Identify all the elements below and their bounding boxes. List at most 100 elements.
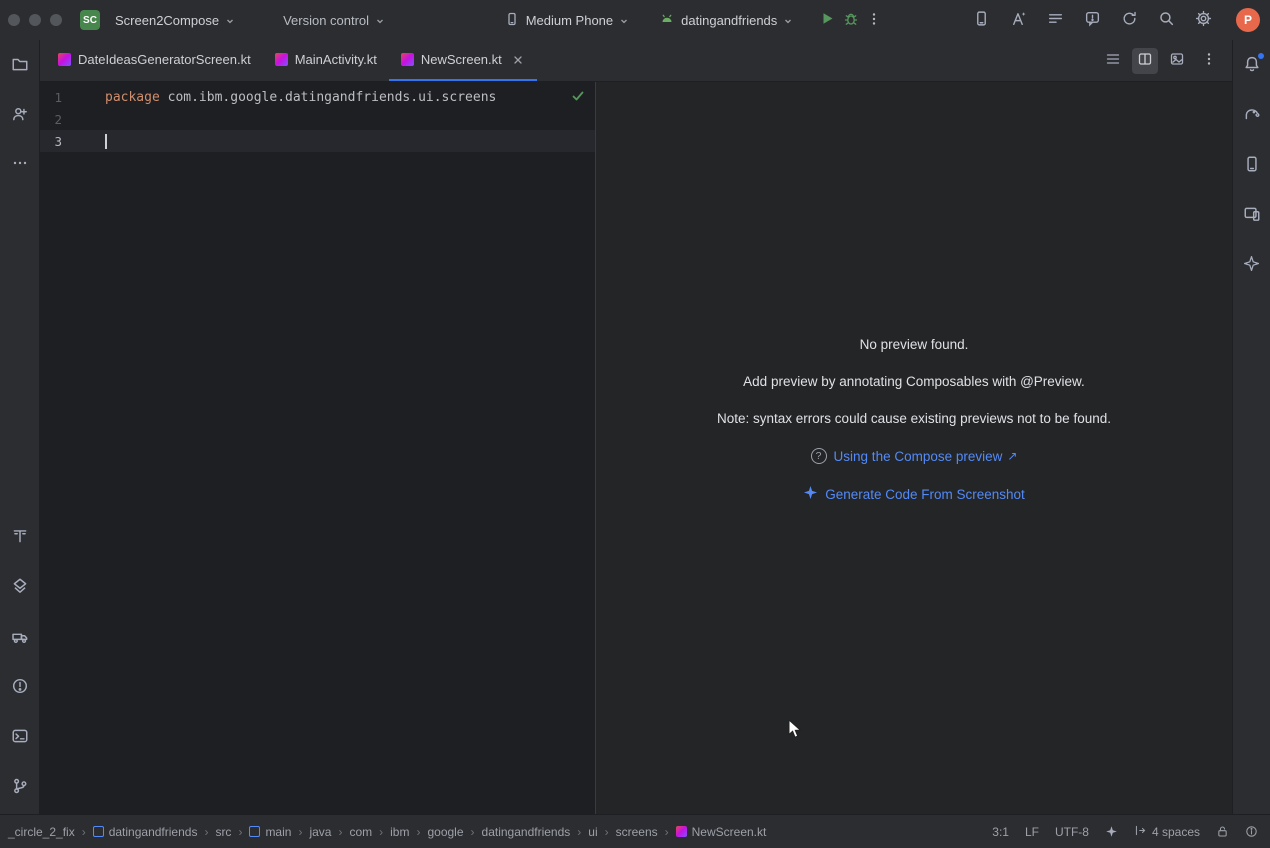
app-quality-insights-button[interactable] <box>1080 6 1105 34</box>
minimize-window-button[interactable] <box>29 14 41 26</box>
breadcrumb-item[interactable]: main <box>249 825 291 839</box>
user-avatar[interactable]: P <box>1236 8 1260 32</box>
line-separator-widget[interactable]: LF <box>1025 825 1039 839</box>
breadcrumb-item[interactable]: datingandfriends <box>93 825 198 839</box>
tab-dateideasgeneratorscreen[interactable]: DateIdeasGeneratorScreen.kt <box>46 40 263 81</box>
design-view-icon <box>1169 51 1185 70</box>
more-vertical-icon <box>867 12 881 29</box>
indent-widget[interactable]: 4 spaces <box>1134 824 1200 840</box>
gemini-assistant-button[interactable] <box>1006 6 1031 34</box>
tab-mainactivity[interactable]: MainActivity.kt <box>263 40 389 81</box>
keyword-token: package <box>105 90 160 105</box>
device-selector[interactable]: Medium Phone <box>497 6 636 35</box>
app-inspection-tool-button[interactable] <box>7 573 33 602</box>
breadcrumb-item[interactable]: google <box>427 825 463 839</box>
tab-newscreen[interactable]: NewScreen.kt <box>389 40 537 81</box>
breadcrumb-item[interactable]: screens <box>616 825 658 839</box>
gemini-sparkle-icon <box>803 485 818 503</box>
gear-icon <box>1195 10 1212 30</box>
code-text <box>105 134 107 149</box>
build-truck-icon <box>11 627 29 648</box>
close-window-button[interactable] <box>8 14 20 26</box>
device-manager-tool-button[interactable] <box>1239 151 1265 180</box>
breadcrumb-item[interactable]: java <box>309 825 331 839</box>
diamond-layers-icon <box>11 577 29 598</box>
version-control-tool-button[interactable] <box>7 773 33 802</box>
compose-preview-panel: No preview found. Add preview by annotat… <box>596 82 1232 814</box>
docs-link-label[interactable]: Using the Compose preview <box>834 449 1003 464</box>
breadcrumb-item[interactable]: com <box>349 825 372 839</box>
device-icon <box>504 11 520 30</box>
breadcrumb-item[interactable]: NewScreen.kt <box>676 825 767 839</box>
code-view-button[interactable] <box>1100 48 1126 74</box>
status-info-icon[interactable] <box>1245 825 1258 838</box>
project-selector[interactable]: Screen2Compose <box>108 8 242 33</box>
gemini-tool-button[interactable] <box>1239 251 1264 279</box>
gradle-elephant-icon <box>1243 105 1261 126</box>
resource-manager-tool-button[interactable] <box>7 101 33 130</box>
debug-button[interactable] <box>839 7 863 34</box>
generate-code-from-screenshot-link[interactable]: Generate Code From Screenshot <box>803 485 1025 503</box>
notifications-tool-button[interactable] <box>1239 51 1265 80</box>
design-view-button[interactable] <box>1164 48 1190 74</box>
breadcrumb-separator: › <box>338 825 342 839</box>
gradle-sync-button[interactable] <box>1117 6 1142 34</box>
caret-position-widget[interactable]: 3:1 <box>992 825 1009 839</box>
breadcrumb-separator: › <box>471 825 475 839</box>
code-line: 1 package com.ibm.google.datingandfriend… <box>40 86 595 108</box>
kotlin-file-icon <box>401 53 414 66</box>
breadcrumb-item[interactable]: ibm <box>390 825 409 839</box>
more-actions-button[interactable] <box>863 8 885 33</box>
ellipsis-icon <box>12 155 28 174</box>
split-view-button[interactable] <box>1132 48 1158 74</box>
chevron-down-icon <box>783 13 793 28</box>
search-icon <box>1158 10 1175 30</box>
encoding-widget[interactable]: UTF-8 <box>1055 825 1089 839</box>
run-configuration-selector[interactable]: datingandfriends <box>652 6 800 35</box>
breadcrumb-item[interactable]: _circle_2_fix <box>8 825 75 839</box>
terminal-icon <box>11 727 29 748</box>
layout-inspector-tool-button[interactable] <box>7 523 33 552</box>
external-link-icon: ↗ <box>1007 449 1017 463</box>
close-tab-icon[interactable] <box>511 53 525 67</box>
search-everywhere-button[interactable] <box>1154 6 1179 34</box>
preview-hint: Add preview by annotating Composables wi… <box>743 374 1085 389</box>
version-control-menu[interactable]: Version control <box>276 8 392 33</box>
breadcrumb-item[interactable]: ui <box>588 825 597 839</box>
compose-preview-docs-link[interactable]: ? Using the Compose preview ↗ <box>811 448 1018 464</box>
problems-tool-button[interactable] <box>7 673 33 702</box>
preview-note: Note: syntax errors could cause existing… <box>717 411 1111 426</box>
android-module-icon <box>659 11 675 30</box>
editor-more-button[interactable] <box>1196 48 1222 74</box>
gemini-status-icon[interactable] <box>1105 825 1118 838</box>
more-tool-windows-button[interactable] <box>8 151 32 178</box>
line-number: 2 <box>40 112 62 127</box>
running-devices-icon <box>1243 205 1261 226</box>
run-configuration-label: datingandfriends <box>681 13 777 28</box>
kotlin-file-icon <box>275 53 288 66</box>
settings-button[interactable] <box>1191 6 1216 34</box>
device-manager-button[interactable] <box>969 6 994 34</box>
inspection-status-icon[interactable] <box>571 89 585 107</box>
project-tool-button[interactable] <box>7 51 33 80</box>
breadcrumb-item[interactable]: src <box>215 825 231 839</box>
code-editor[interactable]: 1 package com.ibm.google.datingandfriend… <box>40 82 596 814</box>
line-number: 1 <box>40 90 62 105</box>
maximize-window-button[interactable] <box>50 14 62 26</box>
logcat-icon <box>1047 10 1064 30</box>
build-tool-button[interactable] <box>7 623 33 652</box>
generate-link-label[interactable]: Generate Code From Screenshot <box>825 487 1025 502</box>
terminal-tool-button[interactable] <box>7 723 33 752</box>
run-button[interactable] <box>816 7 839 33</box>
window-controls <box>8 14 62 26</box>
gradle-tool-button[interactable] <box>1239 101 1265 130</box>
breadcrumb-separator: › <box>416 825 420 839</box>
chevron-down-icon <box>619 13 629 28</box>
readonly-lock-widget[interactable] <box>1216 825 1229 838</box>
logcat-button[interactable] <box>1043 6 1068 34</box>
running-devices-tool-button[interactable] <box>1239 201 1265 230</box>
problems-icon <box>11 677 29 698</box>
device-selector-label: Medium Phone <box>526 13 613 28</box>
chevron-down-icon <box>225 13 235 28</box>
breadcrumb-item[interactable]: datingandfriends <box>482 825 571 839</box>
